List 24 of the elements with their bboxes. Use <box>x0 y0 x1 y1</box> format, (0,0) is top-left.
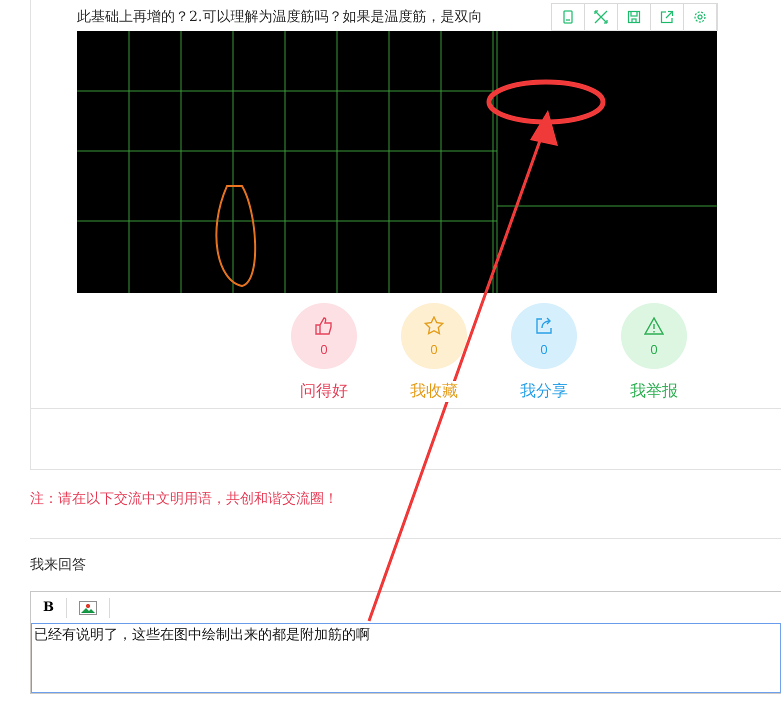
count-text: 0 <box>540 342 548 356</box>
count-text: 0 <box>650 342 658 356</box>
report-button[interactable]: 0 <box>621 303 687 369</box>
expand-icon <box>594 10 608 24</box>
notice-text: 注：请在以下交流中文明用语，共创和谐交流圈！ <box>30 490 339 508</box>
action-label: 我收藏 <box>409 381 459 402</box>
bold-button[interactable]: B <box>31 598 67 618</box>
count-text: 0 <box>320 342 328 356</box>
warning-icon <box>644 316 664 336</box>
share-button[interactable]: 0 <box>511 303 577 369</box>
star-icon <box>424 316 444 336</box>
tablet-icon <box>561 10 575 24</box>
answer-field[interactable]: 已经有说明了，这些在图中绘制出来的都是附加筋的啊 <box>31 623 781 693</box>
like-button[interactable]: 0 <box>291 303 357 369</box>
image-icon <box>79 600 97 614</box>
settings-icon <box>693 10 707 24</box>
share-icon <box>660 10 674 24</box>
favorite-button[interactable]: 0 <box>401 303 467 369</box>
question-text: 此基础上再增的？2.可以理解为温度筋吗？如果是温度筋，是双向 <box>77 8 484 27</box>
count-text: 0 <box>430 342 438 356</box>
save-icon <box>627 10 641 24</box>
share-icon <box>534 316 554 336</box>
thumbs-up-icon <box>314 316 334 336</box>
reply-heading: 我来回答 <box>30 556 87 574</box>
